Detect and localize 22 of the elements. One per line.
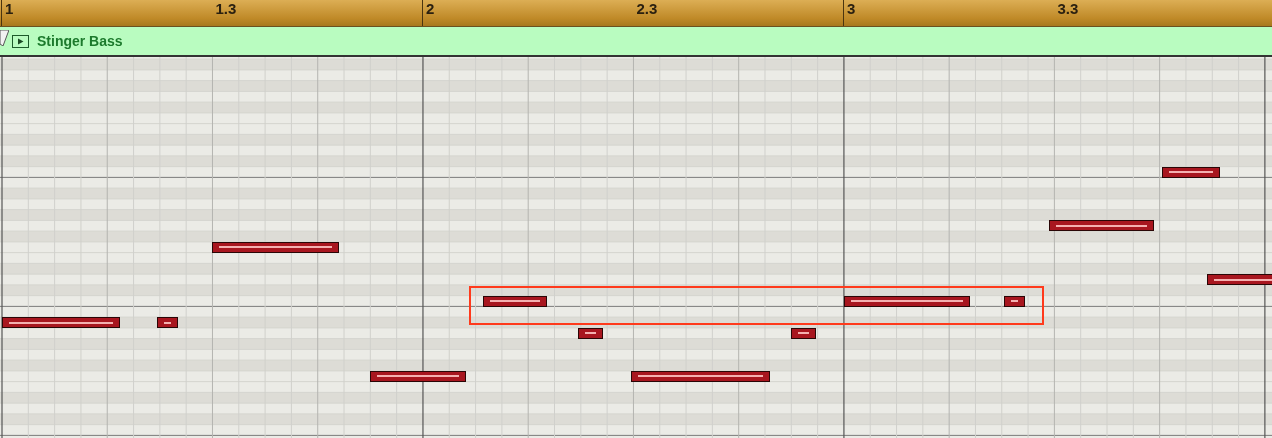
midi-note[interactable] (2, 317, 121, 328)
midi-note[interactable] (843, 295, 971, 307)
bar-number: 2.3 (635, 0, 658, 19)
bar-number: 2 (421, 0, 435, 26)
bar-number: 3 (842, 0, 856, 26)
midi-note[interactable] (212, 241, 339, 253)
midi-note[interactable] (1049, 220, 1155, 232)
midi-note[interactable] (157, 317, 179, 328)
triangle-icon (0, 30, 9, 46)
midi-note[interactable] (1207, 274, 1272, 285)
midi-note[interactable] (791, 327, 817, 339)
midi-note[interactable] (1004, 295, 1026, 307)
bar-number: 3.3 (1056, 0, 1079, 19)
region-name: Stinger Bass (37, 33, 123, 49)
midi-note[interactable] (578, 327, 604, 339)
midi-note[interactable] (1162, 166, 1221, 178)
midi-note[interactable] (483, 295, 547, 307)
midi-note[interactable] (370, 370, 467, 382)
midi-note[interactable] (630, 370, 771, 382)
bar-number: 1.3 (214, 0, 237, 19)
play-icon[interactable] (12, 34, 29, 48)
bar-number: 1 (1, 0, 14, 26)
